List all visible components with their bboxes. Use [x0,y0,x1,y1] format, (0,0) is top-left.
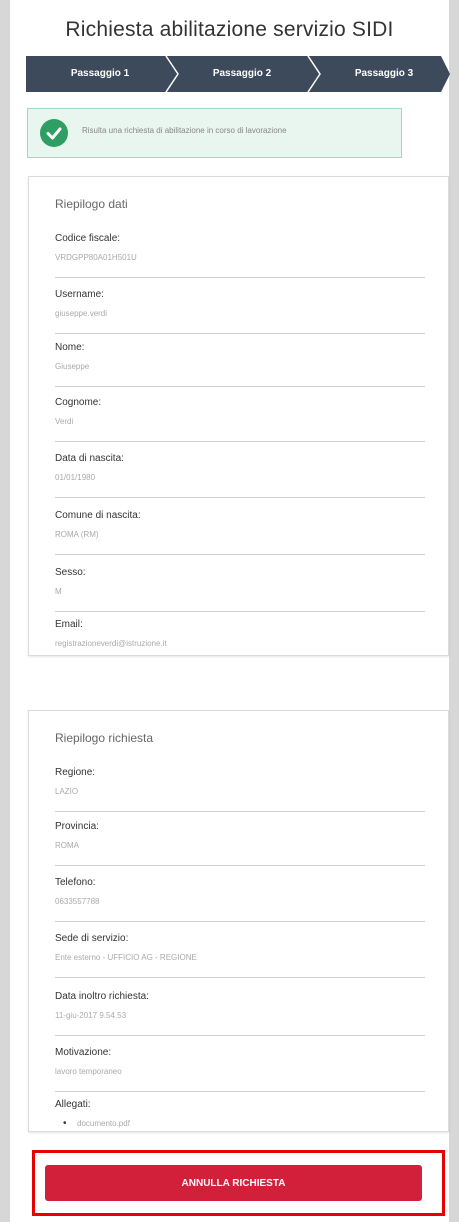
field-value: LAZIO [55,787,79,796]
field-label: Regione: [55,767,96,778]
step-2: Passaggio 2 [212,68,272,79]
page: Richiesta abilitazione servizio SIDI Pas… [10,0,450,1222]
field-data-nascita: Data di nascita: 01/01/1980 [55,453,425,498]
attachment-filename[interactable]: documento.pdf [77,1119,130,1128]
field-label: Data inoltro richiesta: [55,991,149,1002]
field-value: 0633557788 [55,897,100,906]
field-sesso: Sesso: M [55,567,425,612]
step-3: Passaggio 3 [354,68,414,79]
card-title: Riepilogo dati [55,197,128,211]
field-value: ROMA (RM) [55,530,99,539]
field-label: Comune di nascita: [55,510,141,521]
field-label: Sede di servizio: [55,933,129,944]
field-value: 01/01/1980 [55,473,96,482]
step-1: Passaggio 1 [70,68,130,79]
page-title: Richiesta abilitazione servizio SIDI [65,18,394,41]
field-motivazione: Motivazione: lavoro temporaneo [55,1047,425,1092]
field-value: Ente esterno - UFFICIO AG - REGIONE [55,953,197,962]
field-label: Provincia: [55,821,99,832]
field-label: Username: [55,289,104,300]
field-nome: Nome: Giuseppe [55,342,425,387]
field-label: Allegati: [55,1099,91,1110]
field-label: Data di nascita: [55,453,124,464]
attachment-link[interactable]: • documento.pdf [63,1118,130,1129]
field-regione: Regione: LAZIO [55,767,425,812]
field-value: 11-giu-2017 9.54.53 [55,1011,127,1020]
field-label: Email: [55,619,83,630]
field-value: lavoro temporaneo [55,1067,122,1076]
field-provincia: Provincia: ROMA [55,821,425,866]
field-username: Username: giuseppe.verdi [55,289,425,334]
riepilogo-richiesta-card: Riepilogo richiesta Regione: LAZIO Provi… [28,710,449,1132]
status-alert: Risulta una richiesta di abilitazione in… [27,108,402,158]
annulla-richiesta-button[interactable]: ANNULLA RICHIESTA [45,1165,422,1201]
check-circle-icon [40,119,68,147]
field-value: registrazioneverdi@istruzione.it [55,639,167,648]
field-comune-nascita: Comune di nascita: ROMA (RM) [55,510,425,555]
field-value: ROMA [55,841,79,850]
field-data-inoltro: Data inoltro richiesta: 11-giu-2017 9.54… [55,991,425,1036]
riepilogo-dati-card: Riepilogo dati Codice fiscale: VRDGPP80A… [28,176,449,656]
field-label: Cognome: [55,397,102,408]
field-label: Motivazione: [55,1047,112,1058]
field-label: Codice fiscale: [55,233,121,244]
field-cognome: Cognome: Verdi [55,397,425,442]
field-allegati: Allegati: • documento.pdf [55,1099,425,1129]
stepper: Passaggio 1 Passaggio 2 Passaggio 3 [26,56,450,92]
field-value: Giuseppe [55,362,90,371]
field-value: giuseppe.verdi [55,309,108,318]
field-value: M [55,587,62,596]
field-label: Nome: [55,342,85,353]
alert-message: Risulta una richiesta di abilitazione in… [82,126,287,135]
field-codice-fiscale: Codice fiscale: VRDGPP80A01H501U [55,233,425,278]
field-value: Verdi [55,417,74,426]
card-title: Riepilogo richiesta [55,731,154,745]
field-sede-servizio: Sede di servizio: Ente esterno - UFFICIO… [55,933,425,978]
field-value: VRDGPP80A01H501U [55,253,137,262]
field-label: Sesso: [55,567,86,578]
field-telefono: Telefono: 0633557788 [55,877,425,922]
field-label: Telefono: [55,877,96,888]
bullet-icon: • [63,1118,67,1129]
field-email: Email: registrazioneverdi@istruzione.it [55,619,425,663]
